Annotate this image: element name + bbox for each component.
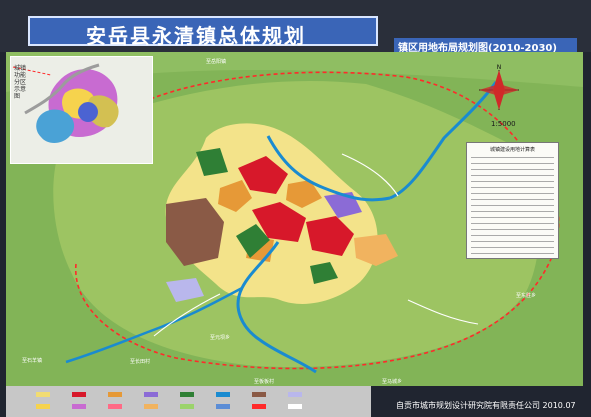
- table-row: [471, 243, 554, 248]
- title-banner: 安岳县永清镇总体规划: [28, 16, 378, 48]
- north-arrow: N: [477, 64, 521, 116]
- inset-svg: [11, 57, 152, 163]
- table-row: [471, 195, 554, 200]
- table-row: [471, 213, 554, 218]
- table-row: [471, 201, 554, 206]
- legend-swatch: [144, 392, 158, 397]
- legend-swatch: [108, 392, 122, 397]
- map-title: 安岳县永清镇总体规划: [86, 24, 306, 48]
- road-label: 至岳阳镇: [206, 59, 227, 65]
- scale-label: 1:5000: [491, 120, 516, 128]
- inset-map: 城镇功能分区示意图: [10, 56, 153, 164]
- legend-swatch: [144, 404, 158, 409]
- table-row: [471, 231, 554, 236]
- table-row: [471, 207, 554, 212]
- table-row: [471, 171, 554, 176]
- legend-swatch: [216, 392, 230, 397]
- legend-swatch: [72, 392, 86, 397]
- road-label: 至马城乡: [382, 379, 403, 385]
- table-row: [471, 237, 554, 242]
- table-row: [471, 225, 554, 230]
- legend-swatch: [180, 404, 194, 409]
- compass-icon: N: [479, 64, 519, 110]
- road-label: 至元坝乡: [210, 335, 231, 341]
- table-row: [471, 183, 554, 188]
- legend-swatch: [180, 392, 194, 397]
- title-bar: 安岳县永清镇总体规划 镇区用地布局规划图(2010-2030): [0, 0, 591, 54]
- inset-title: 城镇功能分区示意图: [14, 65, 27, 100]
- legend-swatch: [36, 392, 50, 397]
- stats-table: 城镇建设用地计算表: [466, 142, 559, 259]
- stats-table-title: 城镇建设用地计算表: [489, 147, 535, 153]
- road-label: 至板板村: [254, 379, 275, 385]
- table-row: [471, 153, 554, 158]
- legend-swatch: [252, 392, 266, 397]
- table-row: [471, 219, 554, 224]
- legend-swatch: [216, 404, 230, 409]
- table-row: [471, 249, 554, 254]
- map-legend: [6, 386, 371, 417]
- legend-swatch: [288, 404, 302, 409]
- table-row: [471, 177, 554, 182]
- road-label: 至石羊镇: [22, 358, 43, 364]
- svg-text:N: N: [497, 64, 502, 71]
- road-label: 至长田村: [130, 359, 151, 365]
- road-label: 至东胜乡: [516, 293, 537, 299]
- legend-swatch: [36, 404, 50, 409]
- legend-swatch: [252, 404, 266, 409]
- table-row: [471, 165, 554, 170]
- legend-swatch: [72, 404, 86, 409]
- legend-swatch: [288, 392, 302, 397]
- table-row: [471, 189, 554, 194]
- table-row: [471, 159, 554, 164]
- credit-text: 自贡市城市规划设计研究院有限责任公司 2010.07: [396, 401, 576, 410]
- legend-swatch: [108, 404, 122, 409]
